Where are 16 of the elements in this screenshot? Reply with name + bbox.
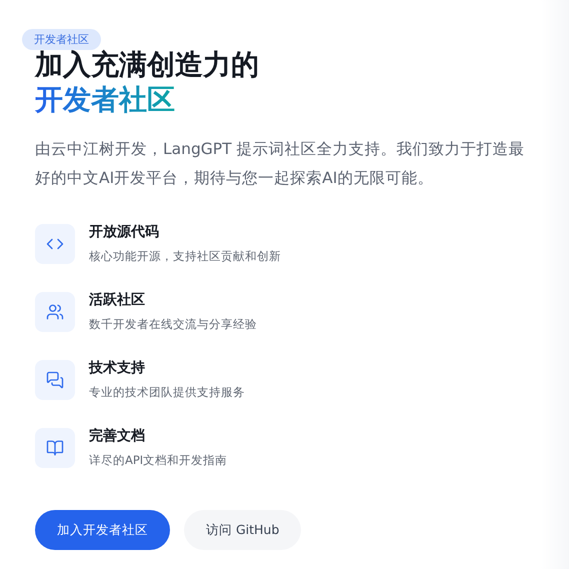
book-icon [46,438,64,456]
feature-title: 开放源代码 [89,223,160,241]
feature-title: 活跃社区 [89,291,146,309]
feature-description: 专业的技术团队提供支持服务 [89,385,245,400]
chat-icon [46,370,64,388]
section-badge: 开发者社区 [22,29,101,50]
github-button[interactable]: 访问 GitHub [184,510,302,550]
feature-description: 核心功能开源，支持社区贡献和创新 [89,249,281,264]
heading-line: 加入充满创造力的 [35,47,260,82]
feature-description: 详尽的API文档和开发指南 [89,453,228,468]
description: 由云中江树开发，LangGPT 提示词社区全力支持。我们致力于打造最好的中文AI开发平台，期待与您一起探索AI的无限可能。 [35,139,526,189]
feature-description: 数千开发者在线交流与分享经验 [89,317,257,332]
feature-title: 技术支持 [89,359,146,377]
feature-title: 完善文档 [89,427,146,445]
join-button[interactable]: 加入开发者社区 [35,510,170,550]
users-icon [46,302,64,320]
